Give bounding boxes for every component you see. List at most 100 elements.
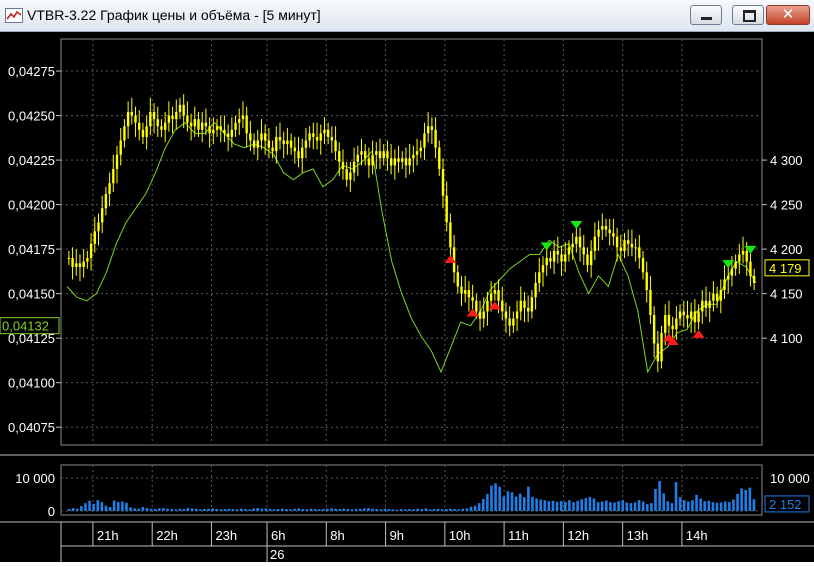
candle-body — [738, 254, 741, 262]
volume-bar — [457, 509, 460, 511]
time-axis-label: 6h — [271, 528, 285, 543]
candle-body — [134, 115, 137, 123]
candle-body — [71, 258, 74, 267]
volume-bar — [371, 508, 374, 511]
candle-body — [182, 104, 185, 116]
volume-bar — [252, 508, 255, 511]
candle-body — [723, 279, 726, 291]
date-label: 26 — [270, 547, 284, 562]
candle-body — [175, 112, 178, 120]
left-axis-tick-label: 0,04100 — [8, 376, 55, 391]
volume-bar — [322, 509, 325, 511]
candle-body — [119, 140, 122, 155]
volume-bar — [412, 509, 415, 511]
right-axis-tick-label: 4 200 — [770, 242, 803, 257]
candle-body — [326, 129, 330, 137]
right-axis-tick-label: 4 250 — [770, 198, 803, 213]
volume-bar — [75, 508, 79, 511]
volume-bar — [272, 509, 276, 511]
volume-bar — [313, 509, 317, 511]
candle-body — [727, 275, 730, 280]
price-volume-chart[interactable]: 0,04275 0,04250 0,04225 0,04200 0,04175 0,041… — [0, 32, 814, 562]
volume-bar — [285, 509, 288, 511]
candle-body — [345, 168, 348, 180]
volume-bar — [317, 509, 321, 511]
candle-body — [156, 119, 159, 127]
volume-bar — [211, 508, 214, 511]
volume-bar — [338, 509, 342, 511]
volume-bar — [121, 501, 124, 511]
volume-bar — [309, 508, 313, 511]
time-axis-label: 13h — [627, 528, 649, 543]
volume-bar — [658, 481, 661, 511]
candle-body — [556, 250, 560, 255]
volume-bar — [691, 500, 694, 511]
volume-bar — [625, 502, 629, 511]
volume-bar — [506, 491, 510, 511]
volume-bar — [235, 509, 239, 511]
candle-body — [749, 261, 752, 276]
candle-body — [401, 158, 404, 162]
volume-bar — [428, 509, 432, 511]
candle-body — [223, 129, 226, 134]
candle-body — [689, 311, 693, 319]
candle-body — [178, 104, 182, 113]
left-current-value: 0,04132 — [2, 319, 49, 334]
candle-body — [456, 272, 460, 287]
volume-right-tick-label: 10 000 — [770, 471, 810, 486]
candle-body — [104, 193, 108, 209]
chart-window[interactable]: 0,04275 0,04250 0,04225 0,04200 0,04175 0,041… — [0, 32, 814, 562]
candle-body — [297, 151, 300, 159]
candle-body — [697, 311, 700, 323]
volume-bar — [293, 508, 296, 511]
candle-body — [730, 268, 734, 276]
volume-bar — [670, 503, 674, 511]
volume-bar — [363, 508, 366, 511]
candle-body — [378, 151, 382, 159]
candle-body — [649, 290, 652, 316]
volume-bar — [305, 509, 309, 511]
candle-body — [389, 158, 393, 166]
candle-body — [263, 133, 267, 141]
volume-bar — [399, 509, 403, 511]
volume-bar — [346, 509, 350, 511]
volume-bar — [518, 493, 522, 511]
candle-body — [315, 136, 319, 141]
candle-body — [504, 311, 508, 319]
candle-body — [523, 300, 526, 308]
volume-bar — [715, 502, 719, 511]
volume-bar — [157, 508, 161, 511]
candle-body — [486, 300, 489, 312]
candle-body — [671, 325, 674, 330]
candle-body — [634, 247, 637, 249]
volume-bar — [531, 496, 534, 511]
candle-body — [204, 122, 208, 127]
candle-body — [130, 112, 134, 116]
volume-bar — [588, 496, 592, 511]
candle-body — [189, 122, 193, 127]
time-axis-label: 8h — [330, 528, 344, 543]
candle-body — [656, 343, 660, 362]
candle-body — [571, 243, 574, 248]
close-button[interactable]: ✕ — [766, 5, 810, 25]
volume-bar — [297, 508, 301, 511]
volume-bar — [145, 508, 149, 511]
volume-bar — [260, 508, 264, 511]
candle-body — [545, 258, 548, 266]
candle-body — [623, 240, 626, 251]
volume-bar — [703, 501, 707, 511]
candle-body — [86, 258, 89, 262]
maximize-button[interactable] — [732, 5, 764, 25]
time-axis-label: 21h — [97, 528, 119, 543]
volume-bar — [67, 509, 71, 511]
volume-bar — [711, 502, 715, 511]
candle-body — [115, 154, 119, 169]
volume-bar — [404, 509, 407, 511]
candle-body — [404, 158, 408, 166]
minimize-button[interactable] — [690, 5, 722, 25]
candle-body — [508, 318, 511, 326]
candle-body — [334, 140, 337, 152]
candle-body — [638, 247, 641, 259]
volume-bar — [408, 509, 411, 511]
volume-bar — [108, 507, 112, 511]
